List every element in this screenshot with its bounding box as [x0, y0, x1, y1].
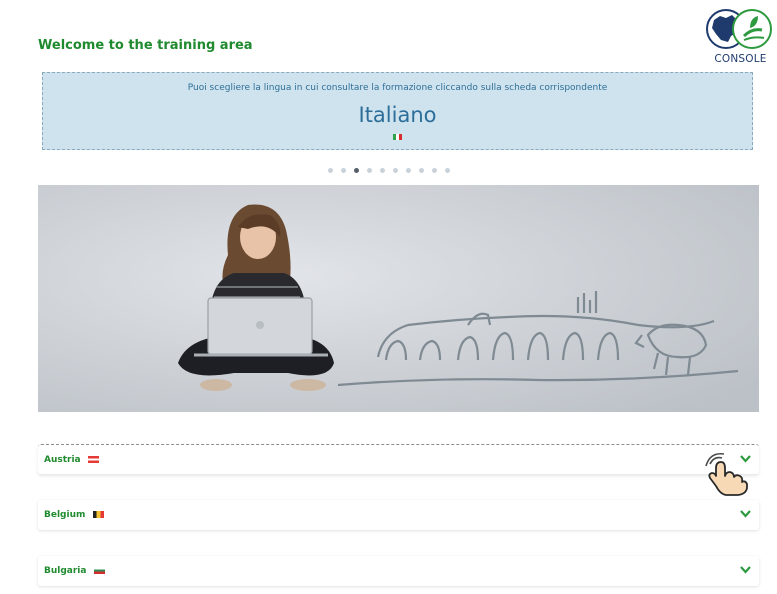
carousel-dot[interactable] [327, 168, 333, 173]
carousel-dot[interactable] [431, 168, 437, 173]
carousel-dot[interactable] [366, 168, 372, 173]
accordion-label: Bulgaria [44, 566, 105, 576]
carousel-dots [0, 168, 777, 173]
hero-image [38, 185, 759, 412]
carousel-dot[interactable] [340, 168, 346, 173]
bulgaria-flag-icon [93, 567, 105, 574]
pointer-hand-icon [705, 452, 748, 496]
logo-text: CONSOLE [714, 53, 767, 65]
language-hint: Puoi scegliere la lingua in cui consulta… [187, 83, 608, 93]
carousel-dot[interactable] [392, 168, 398, 173]
accordion-belgium[interactable]: Belgium [38, 500, 759, 530]
console-logo[interactable]: CONSOLE [704, 6, 777, 68]
accordion-austria[interactable]: Austria [38, 444, 759, 474]
accordion-label: Belgium [44, 510, 104, 520]
accordion-label: Austria [44, 455, 99, 465]
chevron-down-icon[interactable] [740, 509, 751, 518]
page-title: Welcome to the training area [38, 38, 253, 53]
accordion-bulgaria[interactable]: Bulgaria [38, 556, 759, 586]
belgium-flag-icon [92, 511, 104, 518]
carousel-dot-active[interactable] [353, 168, 359, 173]
language-selector[interactable]: Puoi scegliere la lingua in cui consulta… [42, 72, 753, 150]
language-name[interactable]: Italiano [43, 103, 752, 127]
italy-flag-icon [393, 134, 402, 140]
carousel-dot[interactable] [418, 168, 424, 173]
carousel-dot[interactable] [379, 168, 385, 173]
eu-leaf-logo-icon [706, 9, 772, 49]
chevron-down-icon[interactable] [740, 565, 751, 574]
austria-flag-icon [87, 456, 99, 463]
carousel-dot[interactable] [405, 168, 411, 173]
carousel-dot[interactable] [444, 168, 450, 173]
